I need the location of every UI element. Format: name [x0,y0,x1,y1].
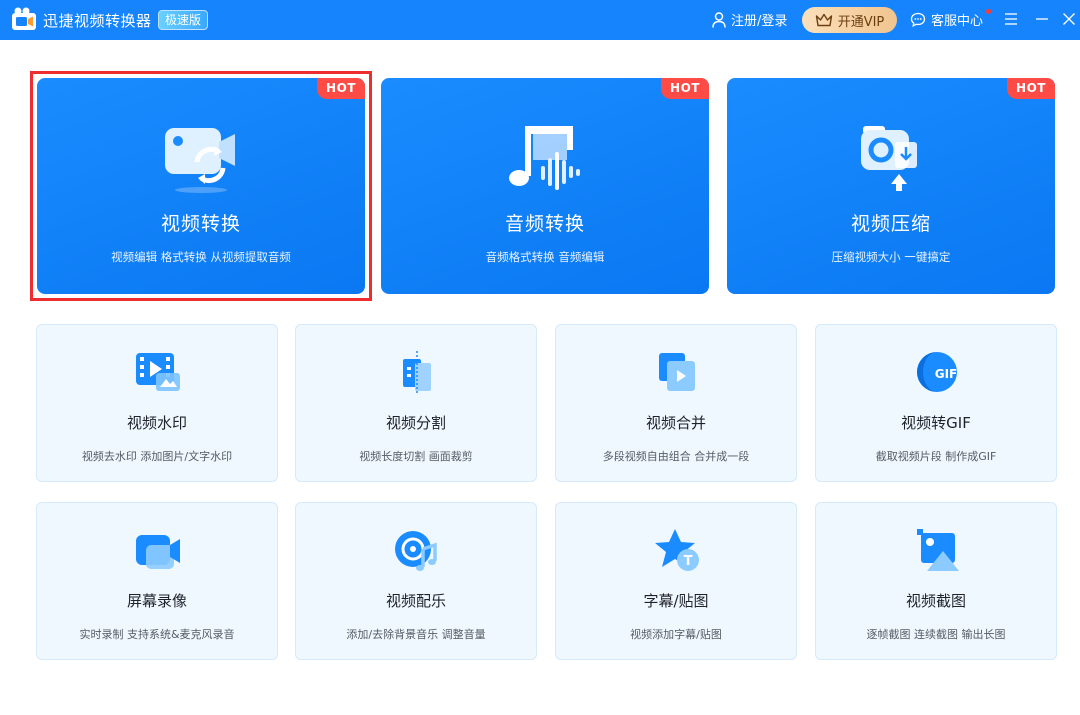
video-split-icon [403,351,431,395]
title-bar: 迅捷视频转换器 极速版 注册/登录 开通VIP 客服中心 [0,0,1080,40]
service-button[interactable]: 客服中心 [910,10,983,29]
tool-title: 字幕/贴图 [643,592,709,610]
vip-button[interactable]: 开通VIP [802,7,897,33]
tool-desc: 视频去水印 添加图片/文字水印 [81,450,233,463]
screen-record-icon [136,535,180,569]
service-label: 客服中心 [931,14,984,29]
tool-card-video-screenshot[interactable]: 视频截图 逐帧截图 连续截图 输出长图 [815,502,1057,660]
video-to-gif-icon: GIF [917,352,958,392]
feature-card-video-convert[interactable]: HOT 视频转换 视频编辑 格式转换 从视频提取音频 [37,78,365,294]
video-convert-icon [165,128,235,193]
feature-title: 视频转换 [160,213,241,235]
feature-card-video-compress[interactable]: HOT 视频压缩 压缩视频大小 一键搞定 [727,78,1055,294]
tool-card-video-music[interactable]: 视频配乐 添加/去除背景音乐 调整音量 [295,502,537,660]
subtitle-sticker-icon: T [655,529,699,571]
feature-desc: 压缩视频大小 一键搞定 [831,250,951,264]
gif-icon-text: GIF [935,367,958,381]
app-title: 迅捷视频转换器 [43,12,152,30]
minimize-icon[interactable] [1035,12,1049,26]
close-icon[interactable] [1062,12,1076,26]
tool-desc: 添加/去除背景音乐 调整音量 [346,628,486,641]
tool-title: 视频配乐 [385,592,446,610]
tool-title: 屏幕录像 [126,592,187,610]
hot-badge: HOT [1007,78,1055,99]
tool-card-video-split[interactable]: 视频分割 视频长度切割 画面裁剪 [295,324,537,482]
video-music-icon [395,531,437,571]
feature-title: 音频转换 [504,213,585,235]
video-watermark-icon [136,353,180,391]
vip-label: 开通VIP [837,14,885,30]
feature-desc: 音频格式转换 音频编辑 [485,250,605,264]
tool-title: 视频截图 [905,592,966,610]
tool-desc: 实时录制 支持系统&麦克风录音 [79,628,235,641]
video-merge-icon [659,353,695,391]
audio-convert-icon [509,126,580,190]
tool-title: 视频合并 [645,414,706,432]
tool-desc: 视频长度切割 画面裁剪 [359,450,473,463]
tool-card-subtitle-sticker[interactable]: T 字幕/贴图 视频添加字幕/贴图 [555,502,797,660]
tool-title: 视频水印 [126,414,187,432]
notification-dot [986,9,991,14]
video-screenshot-icon [917,529,959,571]
tool-card-screen-record[interactable]: 屏幕录像 实时录制 支持系统&麦克风录音 [36,502,278,660]
app-logo-icon [12,7,36,30]
feature-desc: 视频编辑 格式转换 从视频提取音频 [111,250,291,264]
login-label: 注册/登录 [731,14,788,29]
video-compress-icon [861,126,917,191]
tool-desc: 多段视频自由组合 合并成一段 [602,450,750,463]
hot-badge: HOT [661,78,709,99]
feature-card-audio-convert[interactable]: HOT 音频转换 音频格式转换 音频编辑 [381,78,709,294]
menu-icon[interactable] [1004,12,1018,26]
feature-title: 视频压缩 [850,213,931,235]
tool-title: 视频转GIF [901,414,971,432]
login-button[interactable]: 注册/登录 [712,10,787,29]
user-icon [712,11,726,28]
tool-desc: 截取视频片段 制作成GIF [875,450,997,463]
tool-card-video-watermark[interactable]: 视频水印 视频去水印 添加图片/文字水印 [36,324,278,482]
chat-icon [910,12,926,27]
edition-badge: 极速版 [158,10,209,30]
tool-card-video-to-gif[interactable]: GIF 视频转GIF 截取视频片段 制作成GIF [815,324,1057,482]
hot-badge: HOT [317,78,365,99]
tool-title: 视频分割 [385,414,446,432]
tool-desc: 视频添加字幕/贴图 [630,628,722,641]
subtitle-icon-text: T [684,554,693,569]
crown-icon [815,13,832,27]
tool-card-video-merge[interactable]: 视频合并 多段视频自由组合 合并成一段 [555,324,797,482]
tool-desc: 逐帧截图 连续截图 输出长图 [866,628,1006,641]
